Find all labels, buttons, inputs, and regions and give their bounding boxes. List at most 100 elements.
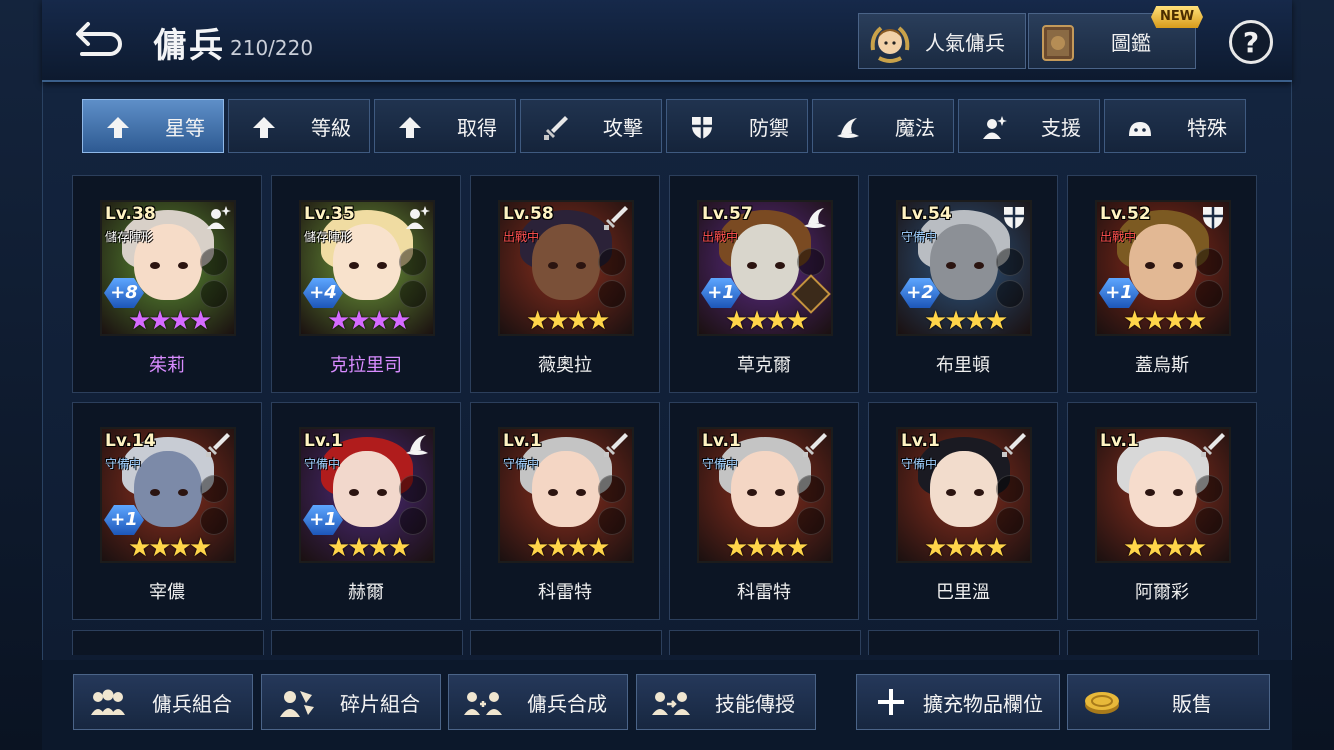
mercenary-card-partial[interactable] <box>470 630 662 655</box>
sell-button[interactable]: 販售 <box>1067 674 1270 730</box>
gem-slot <box>200 280 228 308</box>
support-icon <box>207 206 231 229</box>
tab-1[interactable]: 等級 <box>228 99 370 153</box>
mercenary-card[interactable]: Lv.1 守備中 ★ ★ ★ ★ 科雷特 <box>669 402 859 620</box>
status-label: 守備中 <box>901 230 938 244</box>
sword-icon <box>803 433 827 457</box>
status-label: 守備中 <box>105 457 142 471</box>
tab-3[interactable]: 攻擊 <box>520 99 662 153</box>
gem-slot <box>797 507 825 535</box>
popular-mercenary-button[interactable]: 人氣傭兵 <box>858 13 1026 69</box>
expand-inventory-button[interactable]: 擴充物品欄位 <box>856 674 1060 730</box>
mercenary-card-partial[interactable] <box>1067 630 1259 655</box>
level-label: Lv.35 <box>304 204 355 224</box>
mercenary-portrait: Lv.1 守備中 ★ ★ ★ ★ <box>697 427 833 563</box>
fragment-icon <box>280 691 314 717</box>
mercenary-card[interactable]: Lv.14 守備中 +1 ★ ★ ★ ★ 宰儂 <box>72 402 262 620</box>
mercenary-card-partial[interactable] <box>868 630 1060 655</box>
tab-label: 魔法 <box>895 115 935 140</box>
mercenary-portrait: Lv.1 ★ ★ ★ ★ <box>1095 427 1231 563</box>
portrait-face <box>532 224 600 300</box>
tab-label: 特殊 <box>1187 115 1227 140</box>
mercenary-card[interactable]: Lv.52 出戰中 +1 ★ ★ ★ ★ 蓋烏斯 <box>1067 175 1257 393</box>
mercenary-fuse-button[interactable]: 傭兵合成 <box>448 674 628 730</box>
mercenary-name: 薇奧拉 <box>538 355 592 376</box>
gem-slot <box>797 248 825 276</box>
wizard-hat-icon <box>804 208 826 228</box>
back-button[interactable] <box>72 16 128 60</box>
mercenary-combine-button[interactable]: 傭兵組合 <box>73 674 253 730</box>
star-icon: ★ <box>984 306 1009 336</box>
mercenary-card-partial[interactable] <box>271 630 463 655</box>
mercenary-card[interactable]: Lv.58 出戰中 ★ ★ ★ ★ 薇奧拉 <box>470 175 660 393</box>
gem-slot <box>996 280 1024 308</box>
new-badge: NEW <box>1151 6 1203 28</box>
level-label: Lv.1 <box>304 431 343 451</box>
portrait-face <box>333 451 401 527</box>
mercenary-portrait: Lv.54 守備中 +2 ★ ★ ★ ★ <box>896 200 1032 336</box>
skill-transfer-button[interactable]: 技能傳授 <box>636 674 816 730</box>
star-rating: ★ ★ ★ ★ <box>526 308 610 334</box>
portrait-eye <box>1145 489 1155 496</box>
star-icon: ★ <box>1183 533 1208 563</box>
level-label: Lv.1 <box>901 431 940 451</box>
mercenary-name: 草克爾 <box>737 355 791 376</box>
mercenary-card[interactable]: Lv.57 出戰中 +1 ★ ★ ★ ★ 草克爾 <box>669 175 859 393</box>
mercenary-card[interactable]: Lv.1 ★ ★ ★ ★ 阿爾彩 <box>1067 402 1257 620</box>
portrait-eye <box>946 489 956 496</box>
status-label: 守備中 <box>304 457 341 471</box>
level-label: Lv.38 <box>105 204 156 224</box>
laurel-portrait-icon <box>870 26 910 63</box>
mercenary-portrait: Lv.35 儲存陣形 +4 ★ ★ ★ ★ <box>299 200 435 336</box>
help-button[interactable]: ? <box>1229 20 1273 64</box>
right-side-panel <box>1292 0 1334 750</box>
slime-icon <box>1129 122 1151 136</box>
portrait-eye <box>349 262 359 269</box>
portrait-eye <box>377 489 387 496</box>
tab-7[interactable]: 特殊 <box>1104 99 1246 153</box>
mercenary-name: 宰儂 <box>149 582 185 603</box>
gold-coin-icon <box>1085 692 1119 714</box>
tab-0[interactable]: 星等 <box>82 99 224 153</box>
mercenary-portrait: Lv.14 守備中 +1 ★ ★ ★ ★ <box>100 427 236 563</box>
tab-5[interactable]: 魔法 <box>812 99 954 153</box>
mercenary-card[interactable]: Lv.1 守備中 ★ ★ ★ ★ 巴里溫 <box>868 402 1058 620</box>
mercenary-card[interactable]: Lv.1 守備中 +1 ★ ★ ★ ★ 赫爾 <box>271 402 461 620</box>
mercenary-portrait: Lv.57 出戰中 +1 ★ ★ ★ ★ <box>697 200 833 336</box>
mercenary-name: 赫爾 <box>348 582 384 603</box>
catalog-label: 圖鑑 <box>1111 30 1151 55</box>
wizard-hat-icon <box>837 118 859 138</box>
popular-mercenary-label: 人氣傭兵 <box>925 30 1005 55</box>
mercenary-card[interactable]: Lv.38 儲存陣形 +8 ★ ★ ★ ★ 茱莉 <box>72 175 262 393</box>
tab-4[interactable]: 防禦 <box>666 99 808 153</box>
tab-label: 防禦 <box>749 115 789 140</box>
mercenary-card-partial[interactable] <box>669 630 861 655</box>
skill-transfer-icon <box>652 692 690 715</box>
mercenary-card[interactable]: Lv.54 守備中 +2 ★ ★ ★ ★ 布里頓 <box>868 175 1058 393</box>
left-side-panel <box>0 0 42 750</box>
star-rating: ★ ★ ★ ★ <box>1123 308 1207 334</box>
arrow-up-icon <box>107 117 129 138</box>
gem-slot <box>399 280 427 308</box>
portrait-face <box>930 224 998 300</box>
gem-slot <box>996 507 1024 535</box>
star-rating: ★ ★ ★ ★ <box>924 306 1009 336</box>
mercenary-card[interactable]: Lv.1 守備中 ★ ★ ★ ★ 科雷特 <box>470 402 660 620</box>
tab-6[interactable]: 支援 <box>958 99 1100 153</box>
mercenary-name: 布里頓 <box>936 355 990 376</box>
mercenary-card[interactable]: Lv.35 儲存陣形 +4 ★ ★ ★ ★ 克拉里司 <box>271 175 461 393</box>
status-label: 出戰中 <box>702 230 739 244</box>
portrait-face <box>532 451 600 527</box>
fragment-combine-button[interactable]: 碎片組合 <box>261 674 441 730</box>
portrait-eye <box>576 262 586 269</box>
portrait-eye <box>178 262 188 269</box>
portrait-eye <box>946 262 956 269</box>
gem-slot <box>1195 280 1223 308</box>
star-rating: ★ ★ ★ ★ <box>327 308 411 334</box>
mercenary-portrait: Lv.38 儲存陣形 +8 ★ ★ ★ ★ <box>100 200 236 336</box>
mercenary-card-partial[interactable] <box>72 630 264 655</box>
portrait-face <box>731 224 799 300</box>
star-icon: ★ <box>586 533 611 563</box>
star-icon: ★ <box>188 533 213 563</box>
tab-2[interactable]: 取得 <box>374 99 516 153</box>
